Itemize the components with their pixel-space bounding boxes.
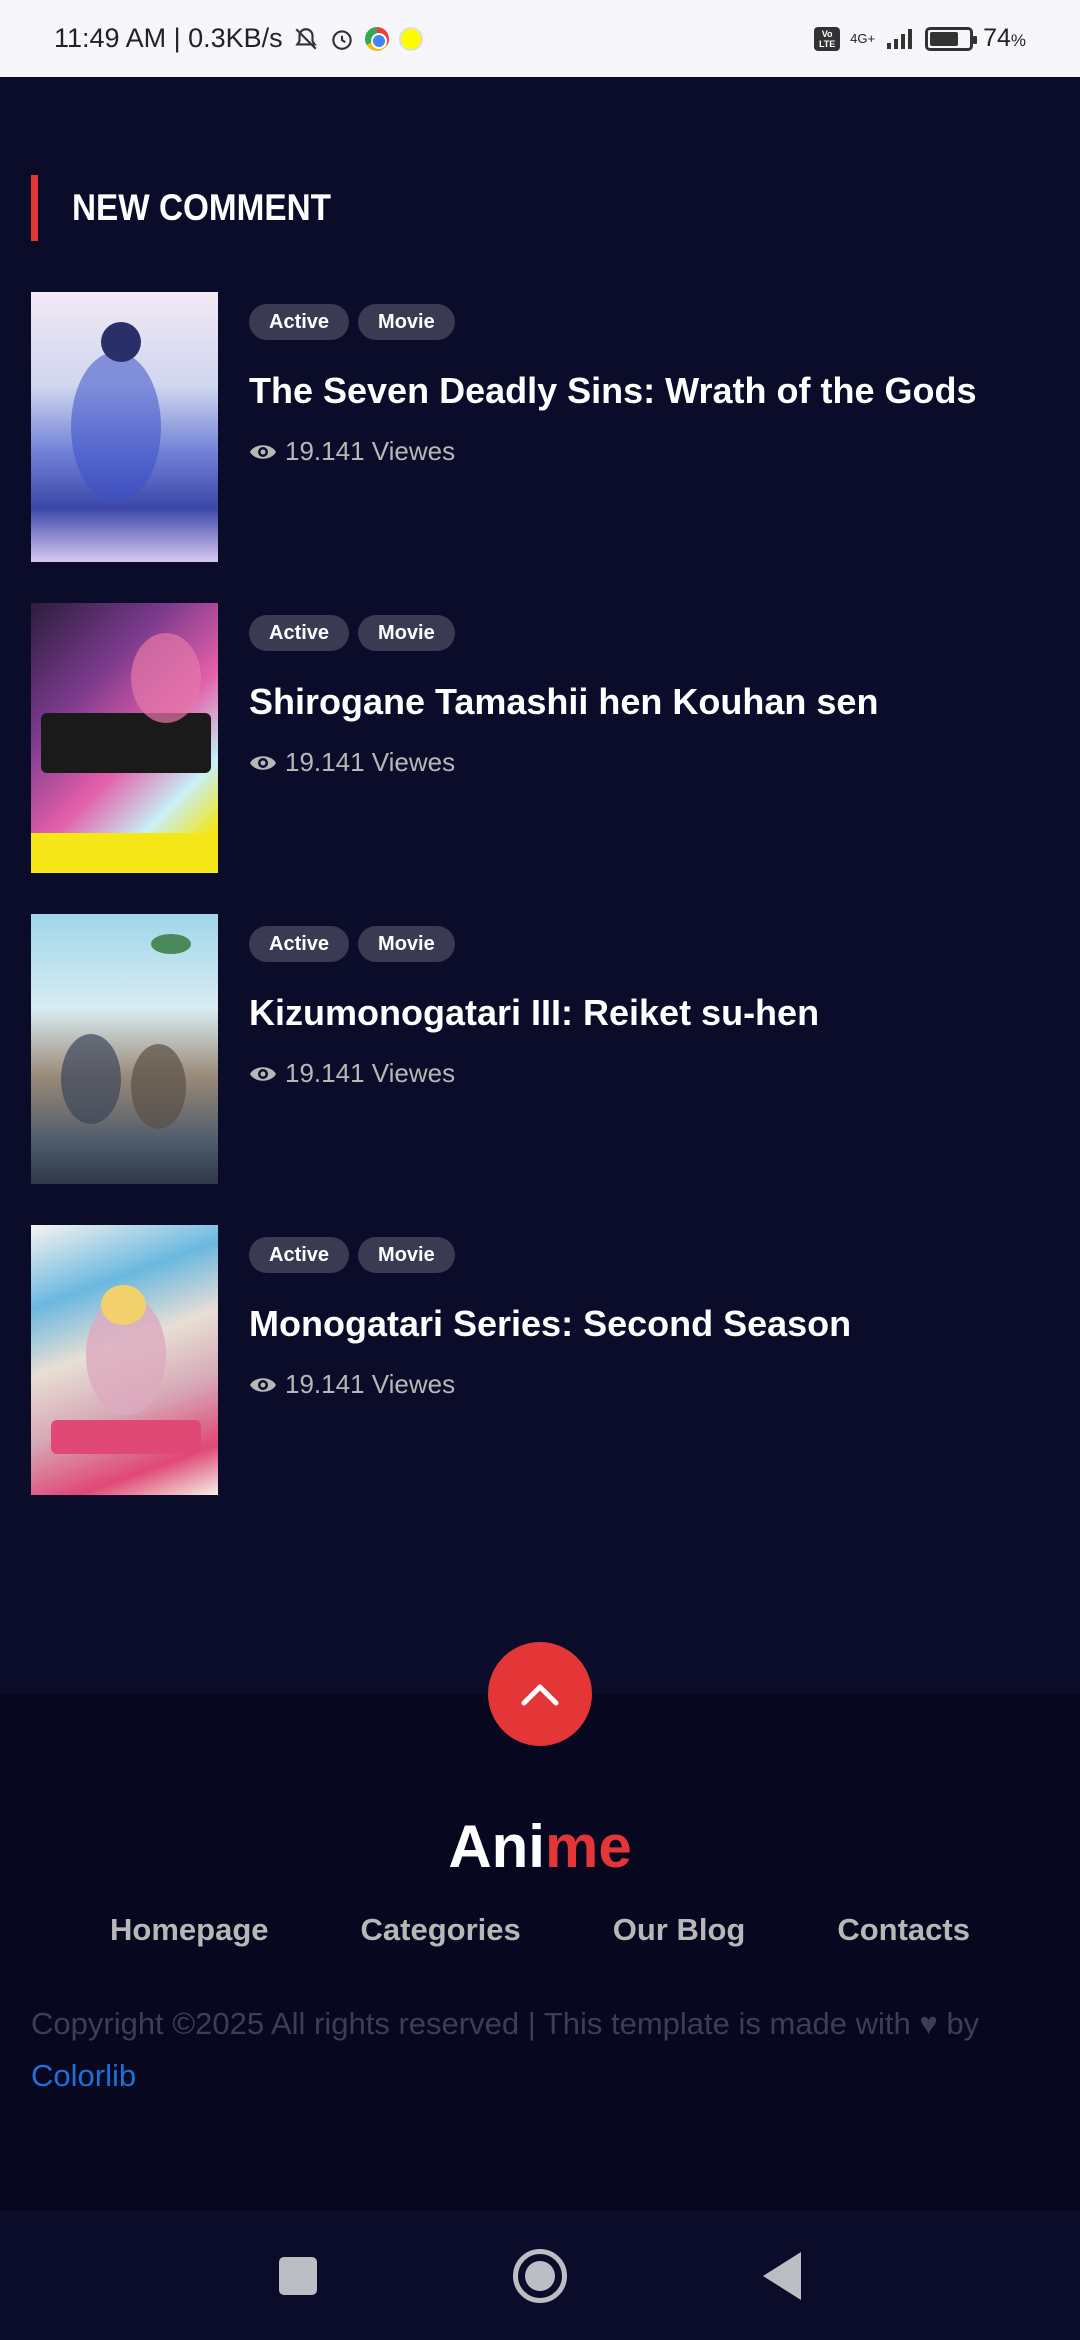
view-count: 19.141 Viewes: [249, 436, 976, 467]
back-to-top-button[interactable]: [488, 1642, 592, 1746]
footer-link-homepage[interactable]: Homepage: [110, 1912, 268, 1948]
snapchat-icon: [398, 26, 423, 51]
list-item[interactable]: Active Movie Monogatari Series: Second S…: [31, 1225, 1051, 1495]
status-bar: 11:49 AM | 0.3KB/s Vo LTE 4G+ 74%: [0, 0, 1080, 77]
colorlib-link[interactable]: Colorlib: [31, 2058, 136, 2093]
anime-poster[interactable]: [31, 1225, 218, 1495]
item-title[interactable]: Monogatari Series: Second Season: [249, 1303, 851, 1345]
item-title[interactable]: The Seven Deadly Sins: Wrath of the Gods: [249, 370, 976, 412]
view-count: 19.141 Viewes: [249, 1369, 851, 1400]
section-title: NEW COMMENT: [72, 187, 331, 228]
item-title[interactable]: Kizumonogatari III: Reiket su-hen: [249, 992, 819, 1034]
home-icon: [525, 2260, 555, 2291]
chevron-up-icon: [521, 1684, 559, 1706]
footer-link-categories[interactable]: Categories: [361, 1912, 521, 1948]
eye-icon: [250, 444, 276, 459]
view-count: 19.141 Viewes: [249, 1058, 819, 1089]
tag-active: Active: [249, 304, 350, 340]
tag-active: Active: [249, 615, 350, 651]
back-button[interactable]: [763, 2251, 801, 2300]
eye-icon: [250, 755, 276, 770]
alarm-icon: [329, 26, 355, 52]
footer-logo[interactable]: Anime: [0, 1812, 1080, 1881]
footer: [0, 1695, 1080, 2211]
view-count: 19.141 Viewes: [249, 747, 878, 778]
tag-active: Active: [249, 926, 350, 962]
copyright-by: by: [946, 2006, 980, 2041]
eye-icon: [250, 1066, 276, 1081]
heart-icon: ♥: [919, 2006, 938, 2041]
status-time: 11:49 AM | 0.3KB/s: [54, 23, 283, 53]
section-heading: NEW COMMENT: [31, 175, 1051, 241]
comment-list: Active Movie The Seven Deadly Sins: Wrat…: [31, 292, 1051, 1536]
anime-poster[interactable]: [31, 914, 218, 1184]
system-nav-bar: [0, 2211, 1080, 2340]
list-item[interactable]: Active Movie Shirogane Tamashii hen Kouh…: [31, 603, 1051, 873]
chrome-icon: [364, 26, 389, 51]
list-item[interactable]: Active Movie Kizumonogatari III: Reiket …: [31, 914, 1051, 1184]
network-type: 4G+: [850, 31, 876, 46]
list-item[interactable]: Active Movie The Seven Deadly Sins: Wrat…: [31, 292, 1051, 562]
home-button[interactable]: [513, 2248, 567, 2303]
footer-nav: Homepage Categories Our Blog Contacts: [0, 1912, 1080, 1948]
volte-icon: Vo LTE: [814, 26, 841, 51]
tag-active: Active: [249, 1237, 350, 1273]
tag-movie: Movie: [358, 615, 455, 651]
anime-poster[interactable]: [31, 292, 218, 562]
recents-button[interactable]: [279, 2256, 317, 2295]
copyright: Copyright ©2025 All rights reserved | Th…: [31, 1998, 1051, 2102]
item-title[interactable]: Shirogane Tamashii hen Kouhan sen: [249, 681, 878, 723]
signal-icon: [885, 27, 915, 51]
tag-movie: Movie: [358, 304, 455, 340]
anime-poster[interactable]: [31, 603, 218, 873]
copyright-text: Copyright ©2025 All rights reserved | Th…: [31, 2006, 911, 2041]
battery-icon: [925, 26, 978, 51]
footer-link-our-blog[interactable]: Our Blog: [613, 1912, 746, 1948]
tag-movie: Movie: [358, 926, 455, 962]
footer-link-contacts[interactable]: Contacts: [837, 1912, 970, 1948]
tag-movie: Movie: [358, 1237, 455, 1273]
battery-level: 74%: [983, 24, 1026, 52]
new-comment-section: NEW COMMENT: [31, 175, 1051, 241]
title-accent-bar: [31, 175, 38, 241]
eye-icon: [250, 1377, 276, 1392]
mute-bell-icon: [293, 26, 319, 52]
